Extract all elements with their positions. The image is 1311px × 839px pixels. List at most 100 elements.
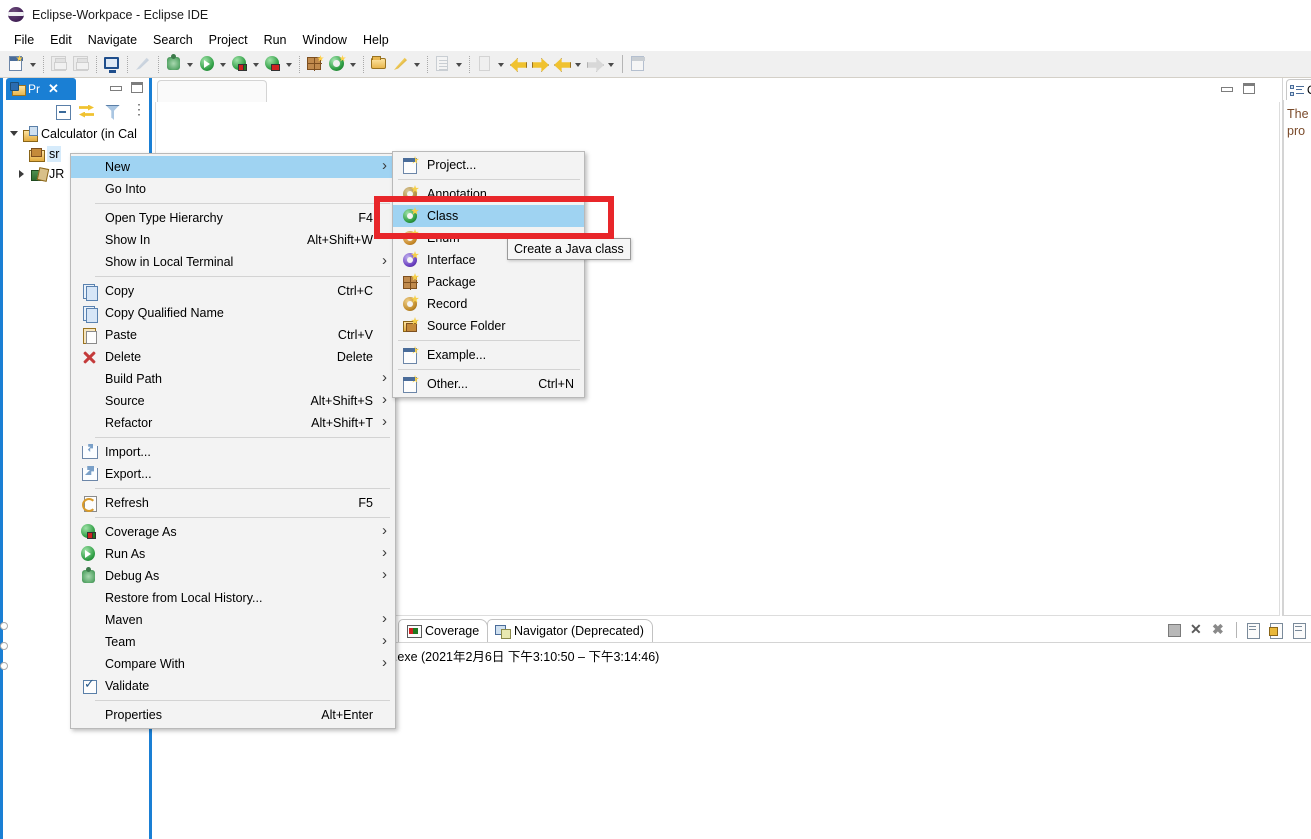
context-menu-item-delete[interactable]: Delete Delete [71,346,395,368]
coverage-dropdown-icon[interactable] [251,53,262,75]
stop-icon[interactable] [1164,620,1184,640]
open-type-icon[interactable] [368,53,390,75]
remove-all-launches-icon[interactable] [1210,620,1230,640]
new-wizard-icon[interactable] [6,53,28,75]
debug-icon[interactable] [163,53,185,75]
context-menu-item-team[interactable]: Team [71,631,395,653]
context-menu-item-copy-qualified-name[interactable]: Copy Qualified Name [71,302,395,324]
context-menu-item-run-as[interactable]: Run As [71,543,395,565]
debug-dropdown-icon[interactable] [185,53,196,75]
scroll-lock-icon[interactable] [1266,620,1286,640]
minimize-icon[interactable] [109,82,121,92]
maximize-icon[interactable] [131,82,143,93]
menu-help[interactable]: Help [355,31,397,49]
maximize-icon[interactable] [1243,83,1255,94]
title-bar: Eclipse-Workpace - Eclipse IDE [0,0,1311,29]
context-menu-item-refresh[interactable]: Refresh F5 [71,492,395,514]
context-menu-item-coverage-as[interactable]: Coverage As [71,521,395,543]
chevron-right-icon[interactable] [15,167,29,181]
tab-coverage[interactable]: Coverage [398,619,488,642]
back-nav-icon[interactable] [551,53,573,75]
forward-history-icon[interactable] [529,53,551,75]
context-menu-item-show-in-local-terminal[interactable]: Show in Local Terminal [71,251,395,273]
menu-project[interactable]: Project [201,31,256,49]
last-edit-dropdown-icon[interactable] [454,53,465,75]
editor-tab-placeholder[interactable] [157,80,267,102]
new-class-icon[interactable] [326,53,348,75]
outline-content[interactable]: The pro [1283,100,1311,616]
tab-navigator[interactable]: Navigator (Deprecated) [487,619,653,642]
submenu-item-source-folder[interactable]: Source Folder [393,315,584,337]
minimize-icon[interactable] [1220,83,1232,93]
filter-icon[interactable] [103,103,120,120]
profile-icon[interactable] [262,53,284,75]
search-pen-icon[interactable] [390,53,412,75]
context-menu-item-paste[interactable]: Paste Ctrl+V [71,324,395,346]
search-dropdown-icon[interactable] [412,53,423,75]
previous-annotation-icon[interactable] [474,53,496,75]
back-nav-dropdown-icon[interactable] [573,53,584,75]
context-menu-item-validate[interactable]: Validate [71,675,395,697]
forward-nav-dropdown-icon[interactable] [606,53,617,75]
submenu-item-project[interactable]: Project... [393,154,584,176]
view-menu-icon[interactable] [127,103,144,120]
collapse-all-icon[interactable] [55,103,72,120]
menu-window[interactable]: Window [295,31,355,49]
last-edit-location-icon[interactable] [432,53,454,75]
link-with-editor-icon[interactable] [79,103,96,120]
context-menu-item-properties[interactable]: Properties Alt+Enter [71,704,395,726]
toggle-editor-icon[interactable] [628,53,650,75]
editor-window-buttons [1220,83,1255,94]
tree-item-project[interactable]: Calculator (in Cal [3,124,149,144]
skip-all-breakpoints-icon[interactable] [132,53,154,75]
context-menu-item-debug-as[interactable]: Debug As [71,565,395,587]
back-icon[interactable] [507,53,529,75]
menu-navigate[interactable]: Navigate [80,31,145,49]
menu-run[interactable]: Run [256,31,295,49]
run-icon[interactable] [196,53,218,75]
scroll-dot-icon[interactable] [0,642,8,650]
context-menu-item-new[interactable]: New [71,156,395,178]
new-class-dropdown-icon[interactable] [348,53,359,75]
save-all-icon[interactable] [70,53,92,75]
new-wizard-dropdown-icon[interactable] [28,53,39,75]
tab-outline[interactable]: O [1286,79,1311,100]
clear-console-icon[interactable] [1243,620,1263,640]
word-wrap-icon[interactable] [1289,620,1309,640]
context-menu-item-go-into[interactable]: Go Into [71,178,395,200]
context-menu-item-import[interactable]: Import... [71,441,395,463]
submenu-item-record[interactable]: Record [393,293,584,315]
context-menu-item-restore-from-local-history[interactable]: Restore from Local History... [71,587,395,609]
save-icon[interactable] [48,53,70,75]
context-menu-item-export[interactable]: Export... [71,463,395,485]
context-menu-item-open-type-hierarchy[interactable]: Open Type Hierarchy F4 [71,207,395,229]
context-menu-item-maven[interactable]: Maven [71,609,395,631]
context-menu-item-compare-with[interactable]: Compare With [71,653,395,675]
submenu-item-package[interactable]: Package [393,271,584,293]
forward-nav-icon[interactable] [584,53,606,75]
tab-project-explorer[interactable]: Pr ✕ [6,78,76,100]
run-dropdown-icon[interactable] [218,53,229,75]
close-icon[interactable]: ✕ [48,81,59,97]
menu-file[interactable]: File [6,31,42,49]
submenu-item-other[interactable]: Other... Ctrl+N [393,373,584,395]
menu-edit[interactable]: Edit [42,31,80,49]
new-package-icon[interactable] [304,53,326,75]
scroll-dot-icon[interactable] [0,622,8,630]
context-menu-item-copy[interactable]: Copy Ctrl+C [71,280,395,302]
profile-dropdown-icon[interactable] [284,53,295,75]
context-menu-item-build-path[interactable]: Build Path [71,368,395,390]
copy-qualified-name-icon [81,305,97,321]
context-menu-item-source[interactable]: Source Alt+Shift+S [71,390,395,412]
context-menu-item-refactor[interactable]: Refactor Alt+Shift+T [71,412,395,434]
remove-launch-icon[interactable] [1187,620,1207,640]
scroll-dot-icon[interactable] [0,662,8,670]
menu-item-label: Refresh [105,496,149,510]
chevron-down-icon[interactable] [7,127,21,141]
coverage-icon[interactable] [229,53,251,75]
open-console-icon[interactable] [101,53,123,75]
context-menu-item-show-in[interactable]: Show In Alt+Shift+W [71,229,395,251]
submenu-item-example[interactable]: Example... [393,344,584,366]
previous-annotation-dropdown-icon[interactable] [496,53,507,75]
menu-search[interactable]: Search [145,31,201,49]
